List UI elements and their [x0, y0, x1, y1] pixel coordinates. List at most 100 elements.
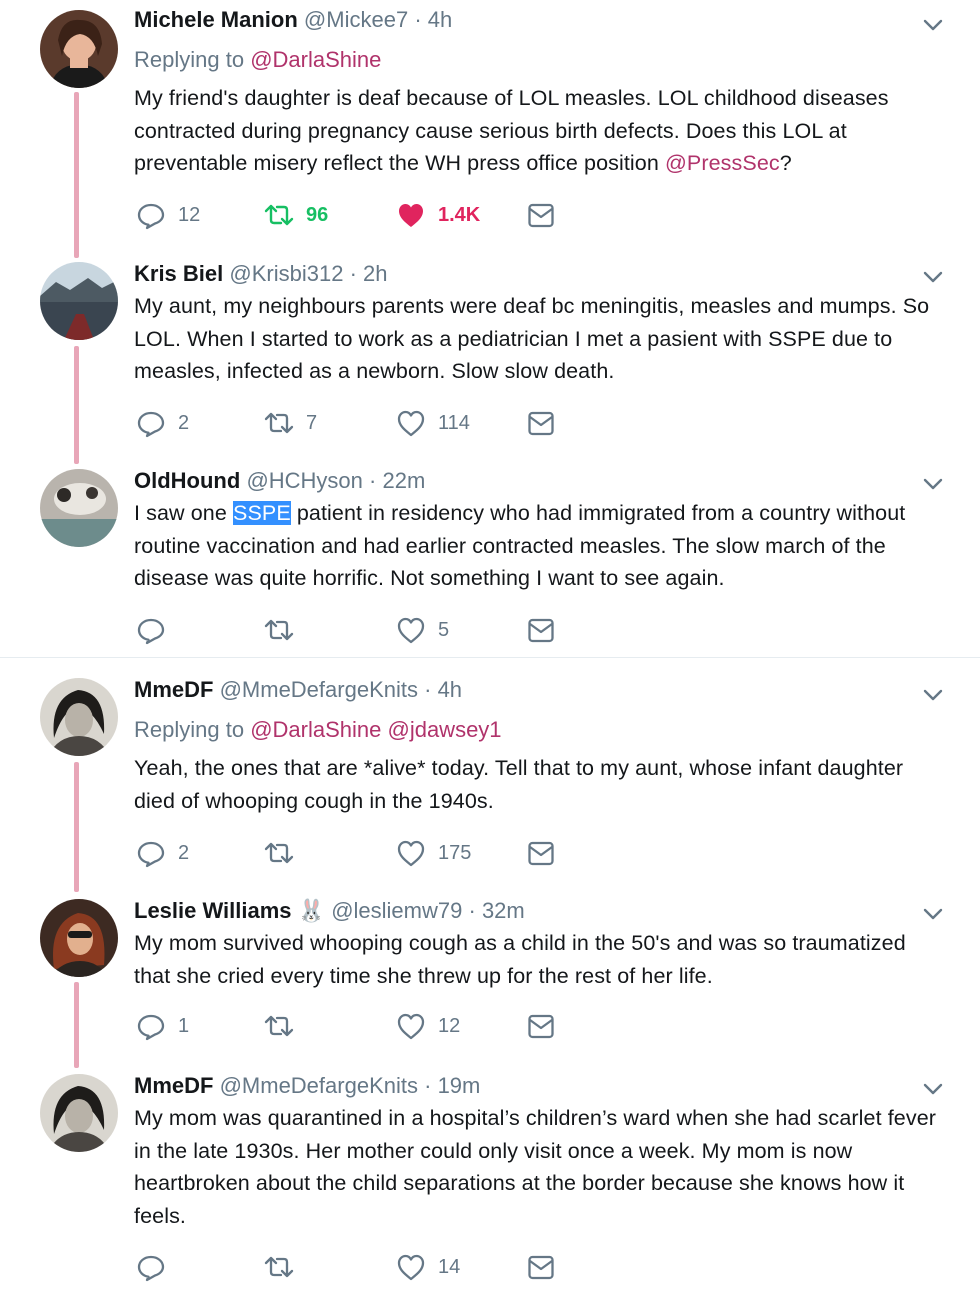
envelope-icon: [528, 203, 554, 228]
retweet-button[interactable]: 7: [264, 406, 317, 440]
tweet: MmeDF @MmeDefargeKnits · 19m My mom was …: [0, 1072, 980, 1287]
chevron-down-icon[interactable]: [922, 903, 944, 925]
chevron-down-icon[interactable]: [922, 266, 944, 288]
reply-button[interactable]: [136, 613, 178, 647]
envelope-icon: [528, 841, 554, 866]
author-handle[interactable]: @Mickee7: [304, 7, 408, 32]
avatar[interactable]: [40, 899, 118, 977]
reply-button[interactable]: 2: [136, 836, 189, 870]
avatar[interactable]: [40, 469, 118, 547]
tweet-text: Yeah, the ones that are *alive* today. T…: [134, 756, 904, 813]
heart-icon: [397, 1254, 425, 1281]
tweet-text: My friend's daughter is deaf because of …: [134, 82, 946, 180]
tweet: Michele Manion @Mickee7 · 4h Replying to…: [0, 6, 980, 246]
chevron-down-icon[interactable]: [922, 473, 944, 495]
timestamp[interactable]: 19m: [438, 1073, 481, 1098]
avatar[interactable]: [40, 678, 118, 756]
avatar[interactable]: [40, 262, 118, 340]
reply-icon: [137, 411, 165, 438]
chevron-down-icon[interactable]: [922, 1078, 944, 1100]
retweet-icon: [264, 619, 294, 641]
replying-label: Replying to: [134, 47, 245, 72]
tweet-text: My aunt, my neighbours parents were deaf…: [134, 294, 930, 383]
tweet-text: My mom survived whooping cough as a chil…: [134, 931, 906, 988]
replying-to: Replying to @DarlaShine: [134, 46, 381, 74]
mention-link[interactable]: @DarlaShine @jdawsey1: [250, 717, 501, 742]
separator-dot: ·: [424, 1073, 432, 1098]
reply-icon: [137, 203, 165, 230]
separator-dot: ·: [424, 677, 432, 702]
mention-link[interactable]: @DarlaShine: [250, 47, 381, 72]
tweet-actions: 2 7 114: [134, 406, 594, 440]
like-count: 114: [438, 411, 470, 434]
separator-dot: ·: [369, 468, 377, 493]
mention-link[interactable]: @PressSec: [665, 151, 780, 175]
heart-icon: [397, 410, 425, 437]
like-button[interactable]: 114: [396, 406, 470, 440]
reply-icon: [137, 618, 165, 645]
bunny-emoji: 🐰: [297, 898, 326, 923]
avatar[interactable]: [40, 1074, 118, 1152]
reply-count: 1: [178, 1014, 190, 1037]
timestamp[interactable]: 22m: [382, 468, 425, 493]
author-handle[interactable]: @HCHyson: [246, 468, 362, 493]
like-button[interactable]: 175: [396, 836, 471, 870]
retweet-button[interactable]: [264, 1250, 306, 1284]
like-count: 1.4K: [438, 203, 481, 226]
timestamp[interactable]: 32m: [482, 898, 525, 923]
author-name[interactable]: OldHound: [134, 468, 240, 493]
author-handle[interactable]: @MmeDefargeKnits: [220, 1073, 418, 1098]
reply-button[interactable]: 2: [136, 406, 189, 440]
selected-text: SSPE: [233, 501, 291, 525]
chevron-down-icon[interactable]: [922, 14, 944, 36]
reply-icon: [137, 1255, 165, 1282]
author-name[interactable]: Michele Manion: [134, 7, 298, 32]
timestamp[interactable]: 4h: [438, 677, 462, 702]
reply-icon: [137, 1014, 165, 1041]
reply-button[interactable]: 12: [136, 198, 200, 232]
like-button[interactable]: 1.4K: [396, 198, 480, 232]
like-button[interactable]: 14: [396, 1250, 460, 1284]
retweet-button[interactable]: [264, 836, 306, 870]
author-handle[interactable]: @MmeDefargeKnits: [220, 677, 418, 702]
timestamp[interactable]: 2h: [363, 261, 387, 286]
tweet-text: My mom was quarantined in a hospital’s c…: [134, 1106, 937, 1228]
author-name[interactable]: MmeDF: [134, 677, 213, 702]
replying-label: Replying to: [134, 717, 245, 742]
tweet-header: MmeDF @MmeDefargeKnits · 4h: [134, 676, 462, 704]
author-name[interactable]: Kris Biel: [134, 261, 223, 286]
reply-button[interactable]: [136, 1250, 178, 1284]
reply-icon: [137, 841, 165, 868]
heart-icon: [397, 840, 425, 867]
direct-message-button[interactable]: [526, 836, 556, 870]
retweet-button[interactable]: [264, 613, 306, 647]
like-count: 175: [438, 841, 472, 864]
retweet-icon: [264, 1256, 294, 1278]
tweet-actions: 1 12: [134, 1009, 594, 1043]
direct-message-button[interactable]: [526, 1009, 556, 1043]
like-button[interactable]: 12: [396, 1009, 460, 1043]
tweet-text-body: I saw one: [134, 501, 233, 525]
avatar[interactable]: [40, 10, 118, 88]
reply-button[interactable]: 1: [136, 1009, 189, 1043]
replying-to: Replying to @DarlaShine @jdawsey1: [134, 716, 502, 744]
author-name[interactable]: MmeDF: [134, 1073, 213, 1098]
direct-message-button[interactable]: [526, 1250, 556, 1284]
author-handle[interactable]: @Krisbi312: [229, 261, 343, 286]
author-name[interactable]: Leslie Williams: [134, 898, 292, 923]
tweet-header: MmeDF @MmeDefargeKnits · 19m: [134, 1072, 480, 1100]
direct-message-button[interactable]: [526, 406, 556, 440]
thread-divider: [0, 657, 980, 658]
direct-message-button[interactable]: [526, 198, 556, 232]
separator-dot: ·: [349, 261, 357, 286]
chevron-down-icon[interactable]: [922, 684, 944, 706]
timestamp[interactable]: 4h: [428, 7, 452, 32]
retweet-icon: [264, 842, 294, 864]
author-handle[interactable]: @lesliemw79: [331, 898, 462, 923]
retweet-count: 7: [306, 411, 318, 434]
tweet-actions: 12 96 1.4K: [134, 198, 594, 232]
retweet-button[interactable]: [264, 1009, 306, 1043]
direct-message-button[interactable]: [526, 613, 556, 647]
like-button[interactable]: 5: [396, 613, 449, 647]
retweet-button[interactable]: 96: [264, 198, 328, 232]
